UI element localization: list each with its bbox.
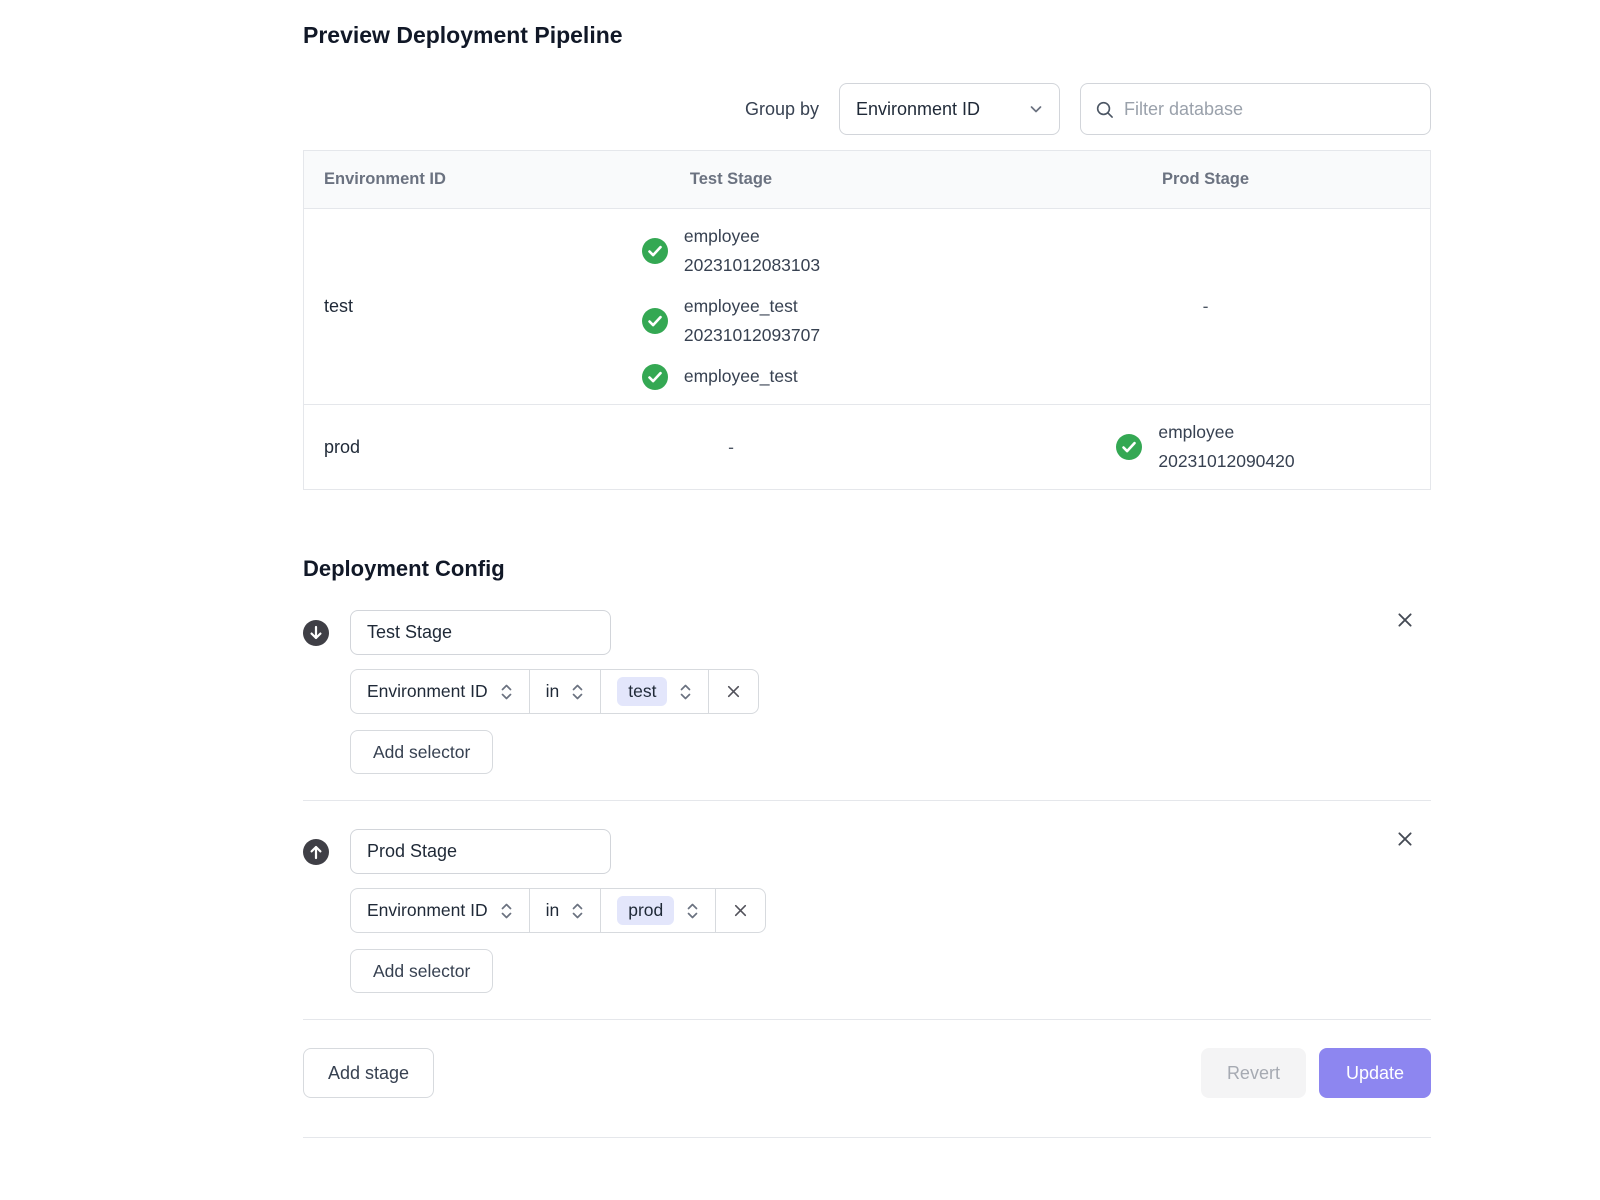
database-name: employee_test bbox=[684, 362, 798, 391]
column-header-environment-id: Environment ID bbox=[304, 170, 481, 189]
environment-id: prod bbox=[324, 437, 360, 457]
chevron-up-down-icon bbox=[571, 901, 584, 921]
remove-stage-button[interactable] bbox=[1393, 827, 1417, 851]
database-name: employee bbox=[1158, 418, 1294, 447]
table-header-row: Environment ID Test Stage Prod Stage bbox=[304, 151, 1430, 209]
table-row: test employee 20231012083103 bbox=[304, 209, 1430, 405]
filter-database-box[interactable] bbox=[1080, 83, 1431, 135]
deployment-config-title: Deployment Config bbox=[303, 556, 1431, 582]
check-circle-icon bbox=[642, 308, 668, 334]
stage-header bbox=[303, 610, 1431, 655]
close-icon bbox=[732, 902, 749, 919]
test-stage-cell: employee 20231012083103 employee_test 20… bbox=[481, 222, 981, 391]
arrow-down-circle-icon[interactable] bbox=[303, 620, 329, 646]
group-by-selected-value: Environment ID bbox=[856, 99, 980, 120]
deployed-database-item: employee_test bbox=[642, 362, 820, 391]
empty-stage-placeholder: - bbox=[1203, 296, 1209, 317]
selector-value-tag: prod bbox=[617, 896, 674, 925]
table-row: prod - employee 20231012090420 bbox=[304, 405, 1430, 489]
selector-key-select[interactable]: Environment ID bbox=[351, 670, 529, 713]
divider bbox=[303, 800, 1431, 801]
selector-group: Environment ID in test bbox=[350, 669, 759, 714]
database-version: 20231012093707 bbox=[684, 321, 820, 350]
stage-header bbox=[303, 829, 1431, 874]
database-version: 20231012090420 bbox=[1158, 447, 1294, 476]
stage-name-input[interactable] bbox=[350, 829, 611, 874]
selector-value-tag: test bbox=[617, 677, 667, 706]
stage-name-input[interactable] bbox=[350, 610, 611, 655]
page-title: Preview Deployment Pipeline bbox=[303, 22, 1431, 49]
add-selector-button[interactable]: Add selector bbox=[350, 730, 493, 774]
search-icon bbox=[1095, 100, 1114, 119]
stage-config-block: Environment ID in prod bbox=[303, 829, 1431, 993]
remove-stage-button[interactable] bbox=[1393, 608, 1417, 632]
chevron-down-icon bbox=[1027, 100, 1045, 118]
add-stage-button[interactable]: Add stage bbox=[303, 1048, 434, 1098]
group-by-label: Group by bbox=[745, 99, 819, 120]
chevron-up-down-icon bbox=[679, 682, 692, 702]
test-stage-cell: - bbox=[481, 437, 981, 458]
selector-operator-select[interactable]: in bbox=[529, 889, 601, 932]
close-icon bbox=[725, 683, 742, 700]
selector-key-select[interactable]: Environment ID bbox=[351, 889, 529, 932]
environment-id: test bbox=[324, 296, 353, 316]
selector-value-select[interactable]: prod bbox=[600, 889, 715, 932]
pipeline-table: Environment ID Test Stage Prod Stage tes… bbox=[303, 150, 1431, 490]
main-content: Preview Deployment Pipeline Group by Env… bbox=[303, 0, 1431, 1138]
deployed-database-item: employee_test 20231012093707 bbox=[642, 292, 820, 350]
selector-operator-value: in bbox=[546, 900, 560, 921]
chevron-up-down-icon bbox=[686, 901, 699, 921]
column-header-prod-stage: Prod Stage bbox=[981, 170, 1430, 189]
selector-key-value: Environment ID bbox=[367, 900, 488, 921]
environment-cell: test bbox=[304, 296, 481, 317]
deployed-database-item: employee 20231012090420 bbox=[1116, 418, 1294, 476]
remove-selector-button[interactable] bbox=[708, 670, 758, 713]
selector-key-value: Environment ID bbox=[367, 681, 488, 702]
footer-actions: Add stage Revert Update bbox=[303, 1048, 1431, 1098]
update-button[interactable]: Update bbox=[1319, 1048, 1431, 1098]
stage-config-block: Environment ID in test bbox=[303, 610, 1431, 774]
database-version: 20231012083103 bbox=[684, 251, 820, 280]
check-circle-icon bbox=[642, 364, 668, 390]
check-circle-icon bbox=[642, 238, 668, 264]
column-header-test-stage: Test Stage bbox=[481, 170, 981, 189]
environment-cell: prod bbox=[304, 437, 481, 458]
remove-selector-button[interactable] bbox=[715, 889, 765, 932]
selector-operator-value: in bbox=[546, 681, 560, 702]
prod-stage-cell: - bbox=[981, 296, 1430, 317]
empty-stage-placeholder: - bbox=[728, 437, 734, 458]
selector-value-select[interactable]: test bbox=[600, 670, 708, 713]
check-circle-icon bbox=[1116, 434, 1142, 460]
filter-database-input[interactable] bbox=[1124, 99, 1416, 120]
chevron-up-down-icon bbox=[500, 682, 513, 702]
bottom-divider bbox=[303, 1137, 1431, 1138]
group-by-select[interactable]: Environment ID bbox=[839, 83, 1060, 135]
chevron-up-down-icon bbox=[500, 901, 513, 921]
prod-stage-cell: employee 20231012090420 bbox=[981, 418, 1430, 476]
deployed-database-item: employee 20231012083103 bbox=[642, 222, 820, 280]
toolbar: Group by Environment ID bbox=[303, 83, 1431, 135]
revert-button[interactable]: Revert bbox=[1201, 1048, 1306, 1098]
selector-row: Environment ID in prod bbox=[350, 888, 1431, 933]
selector-group: Environment ID in prod bbox=[350, 888, 766, 933]
divider bbox=[303, 1019, 1431, 1020]
arrow-up-circle-icon[interactable] bbox=[303, 839, 329, 865]
chevron-up-down-icon bbox=[571, 682, 584, 702]
database-name: employee_test bbox=[684, 292, 820, 321]
selector-row: Environment ID in test bbox=[350, 669, 1431, 714]
add-selector-button[interactable]: Add selector bbox=[350, 949, 493, 993]
database-name: employee bbox=[684, 222, 820, 251]
selector-operator-select[interactable]: in bbox=[529, 670, 601, 713]
